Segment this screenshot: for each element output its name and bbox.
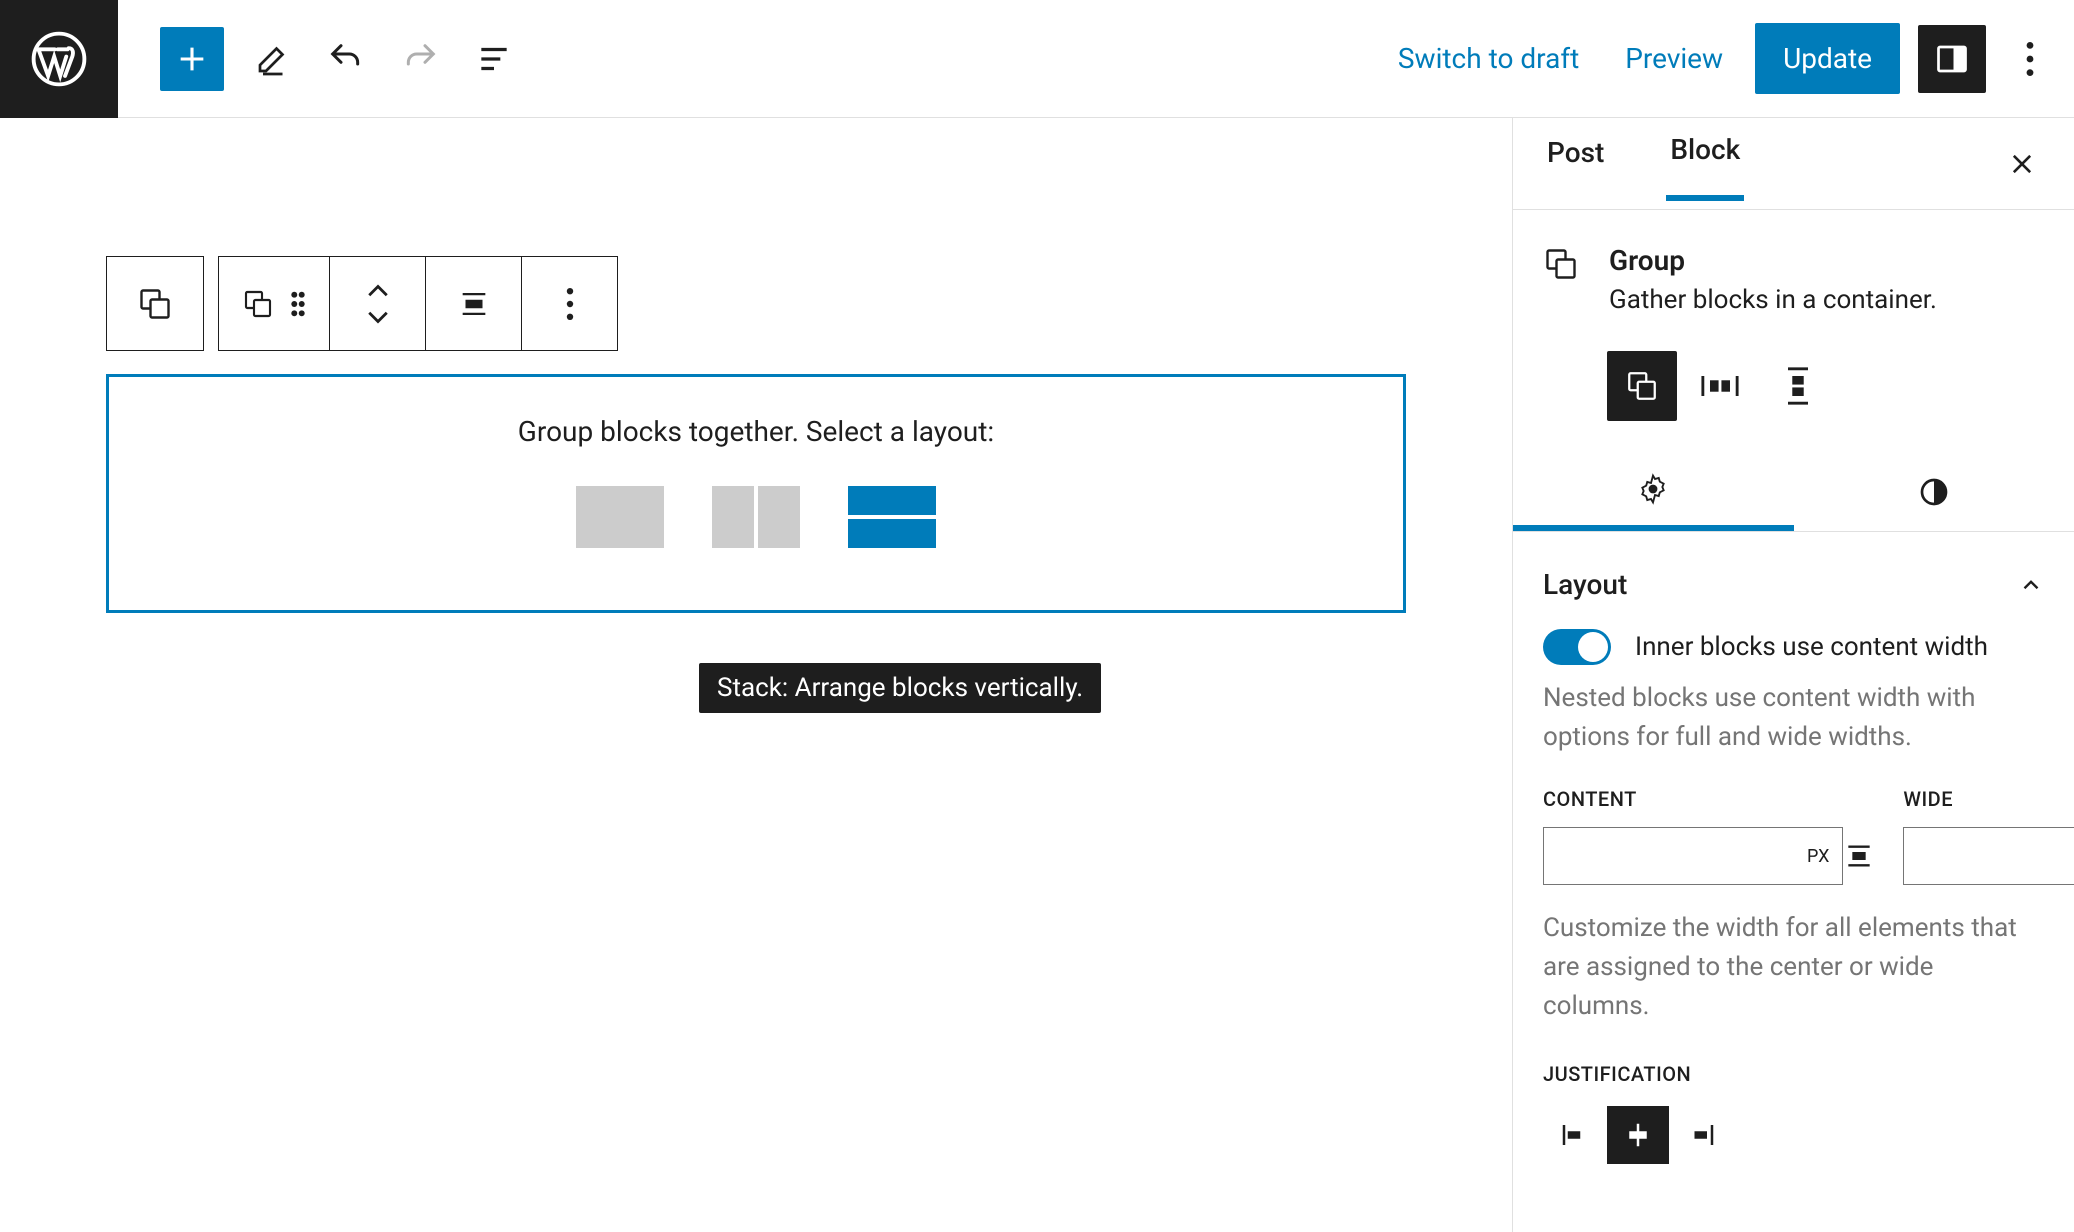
layout-panel-title: Layout	[1543, 568, 1627, 601]
content-width-label: CONTENT	[1543, 787, 1875, 811]
layout-option-stack[interactable]	[848, 486, 936, 548]
stack-icon	[1783, 366, 1813, 406]
justify-center-button[interactable]	[1607, 1106, 1669, 1164]
wide-width-label: WIDE	[1903, 787, 2074, 811]
settings-sidebar: Post Block Group Gather blocks in a cont…	[1512, 118, 2074, 1232]
undo-icon	[326, 39, 366, 79]
layout-panel: Layout Inner blocks use content width Ne…	[1513, 532, 2074, 1164]
chevron-up-icon	[2018, 572, 2044, 598]
block-mover[interactable]	[329, 257, 425, 350]
block-type-button[interactable]	[219, 257, 329, 350]
editor-canvas: Group blocks together. Select a layout: …	[0, 118, 1512, 1232]
close-sidebar-button[interactable]	[2000, 142, 2044, 186]
update-button[interactable]: Update	[1755, 23, 1900, 94]
list-view-icon	[475, 40, 513, 78]
justification-group	[1543, 1106, 2044, 1164]
more-vertical-icon	[566, 288, 574, 320]
layout-option-list	[129, 486, 1383, 548]
wordpress-icon	[30, 30, 88, 88]
width-help-text: Customize the width for all elements tha…	[1543, 909, 2044, 1026]
topbar-actions: Switch to draft Preview Update	[1384, 23, 2056, 94]
variation-group-button[interactable]	[1607, 351, 1677, 421]
drag-handle-icon	[290, 291, 306, 317]
undo-button[interactable]	[320, 33, 372, 85]
switch-to-draft-button[interactable]: Switch to draft	[1384, 30, 1593, 87]
pencil-icon	[254, 41, 290, 77]
editor-top-bar: Switch to draft Preview Update	[0, 0, 2074, 118]
wordpress-logo-button[interactable]	[0, 0, 118, 118]
redo-icon	[400, 39, 440, 79]
justify-right-icon	[1687, 1120, 1717, 1150]
block-card-description: Gather blocks in a container.	[1609, 285, 1937, 315]
group-icon	[242, 288, 274, 320]
settings-sidebar-toggle[interactable]	[1918, 25, 1986, 93]
plus-icon	[175, 42, 209, 76]
wide-width-input[interactable]	[1903, 827, 2074, 885]
layout-panel-toggle[interactable]: Layout	[1543, 556, 2044, 629]
block-card-title: Group	[1609, 244, 1937, 277]
add-block-button[interactable]	[160, 27, 224, 91]
stack-tooltip: Stack: Arrange blocks vertically.	[699, 663, 1101, 713]
variation-stack-button[interactable]	[1763, 351, 1833, 421]
select-parent-button[interactable]	[107, 257, 203, 350]
content-width-toggle[interactable]	[1543, 629, 1611, 665]
align-icon	[457, 287, 491, 321]
block-card-icon	[1543, 244, 1579, 282]
justify-center-icon	[1623, 1120, 1653, 1150]
block-align-button[interactable]	[425, 257, 521, 350]
block-more-options-button[interactable]	[521, 257, 617, 350]
block-toolbar	[106, 256, 1406, 351]
group-icon	[137, 286, 173, 322]
layout-option-row[interactable]	[712, 486, 800, 548]
inspector-tab-styles[interactable]	[1794, 453, 2074, 531]
inspector-tab-settings[interactable]	[1513, 453, 1794, 531]
close-icon	[2008, 150, 2036, 178]
content-width-help: Nested blocks use content width with opt…	[1543, 679, 2044, 757]
content-width-icon	[1843, 840, 1875, 872]
variation-row-button[interactable]	[1685, 351, 1755, 421]
content-width-input[interactable]	[1543, 827, 1843, 885]
topbar-tools	[118, 27, 520, 91]
group-icon	[1625, 369, 1659, 403]
group-icon	[1543, 246, 1579, 282]
block-card: Group Gather blocks in a container.	[1513, 210, 2074, 331]
preview-button[interactable]: Preview	[1611, 30, 1737, 87]
group-block-placeholder[interactable]: Group blocks together. Select a layout: …	[106, 374, 1406, 613]
tools-button[interactable]	[246, 33, 298, 85]
redo-button[interactable]	[394, 33, 446, 85]
document-overview-button[interactable]	[468, 33, 520, 85]
layout-option-group[interactable]	[576, 486, 664, 548]
row-icon	[1700, 371, 1740, 401]
inspector-sub-tabs	[1513, 453, 2074, 532]
justify-left-button[interactable]	[1543, 1106, 1605, 1164]
more-options-button[interactable]	[2004, 33, 2056, 85]
layout-prompt-text: Group blocks together. Select a layout:	[129, 415, 1383, 448]
move-up-down-icon	[365, 283, 391, 325]
more-vertical-icon	[2026, 42, 2034, 76]
block-variation-picker	[1513, 331, 2074, 453]
half-circle-icon	[1918, 476, 1950, 508]
justify-right-button[interactable]	[1671, 1106, 1733, 1164]
gear-icon	[1637, 473, 1669, 505]
settings-sidebar-icon	[1934, 41, 1970, 77]
sidebar-tabs: Post Block	[1513, 118, 2074, 210]
justify-left-icon	[1559, 1120, 1589, 1150]
content-width-toggle-label: Inner blocks use content width	[1635, 632, 1988, 662]
justification-label: JUSTIFICATION	[1543, 1062, 2044, 1086]
tab-post[interactable]: Post	[1543, 129, 1608, 198]
tab-block[interactable]: Block	[1666, 126, 1744, 201]
